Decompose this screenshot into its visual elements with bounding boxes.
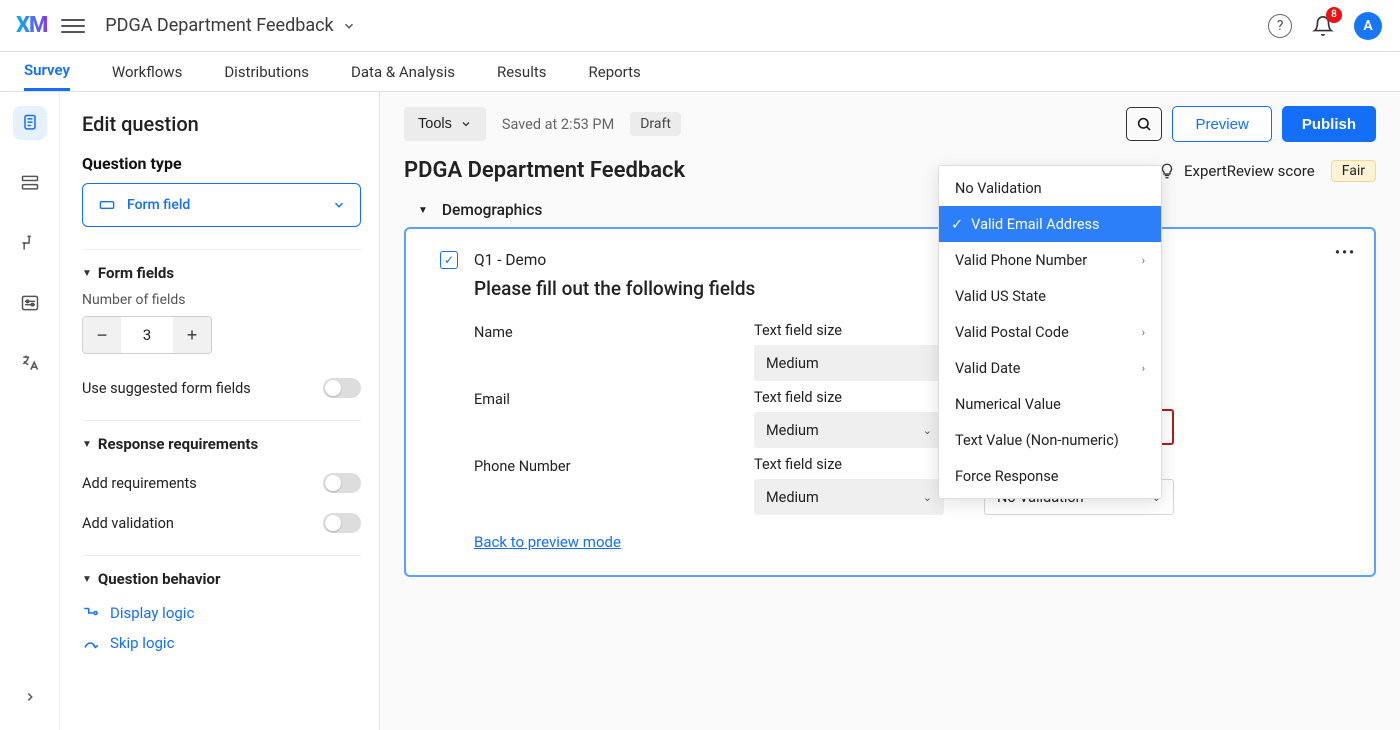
rail-look-feel-icon[interactable] — [13, 226, 47, 260]
skip-logic-link[interactable]: Skip logic — [82, 628, 361, 658]
question-options-menu-icon[interactable]: ••• — [1335, 245, 1356, 261]
saved-status: Saved at 2:53 PM — [502, 116, 614, 133]
primary-tabs: Survey Workflows Distributions Data & An… — [0, 52, 1400, 92]
check-icon: ✓ — [951, 216, 963, 233]
avatar-button[interactable]: A — [1354, 12, 1382, 40]
preview-button[interactable]: Preview — [1172, 106, 1271, 142]
text-size-select[interactable]: Medium⌄ — [754, 412, 944, 448]
validation-option[interactable]: Force Response — [939, 458, 1161, 494]
project-switcher[interactable]: PDGA Department Feedback — [105, 15, 355, 36]
text-size-header: Text field size — [754, 456, 964, 473]
question-id-label: Q1 - Demo — [474, 251, 546, 269]
notifications-icon[interactable]: 8 — [1310, 13, 1336, 39]
question-title[interactable]: Please fill out the following fields — [474, 277, 1340, 300]
draft-badge: Draft — [630, 112, 681, 136]
caret-down-icon: ▼ — [82, 268, 92, 279]
validation-dropdown-menu: No Validation✓Valid Email AddressValid P… — [938, 165, 1162, 499]
chevron-down-icon: ⌄ — [923, 424, 932, 437]
hamburger-menu-icon[interactable] — [61, 14, 85, 38]
response-req-section-header[interactable]: ▼Response requirements — [82, 435, 361, 453]
tab-reports[interactable]: Reports — [589, 52, 641, 91]
display-logic-icon — [82, 604, 100, 622]
chevron-down-icon — [460, 118, 472, 130]
question-type-select[interactable]: Form field — [82, 183, 361, 227]
tab-data-analysis[interactable]: Data & Analysis — [351, 52, 455, 91]
survey-title[interactable]: PDGA Department Feedback — [404, 158, 685, 183]
validation-option[interactable]: Valid Postal Code› — [939, 314, 1161, 350]
use-suggested-toggle[interactable] — [323, 378, 361, 398]
chevron-down-icon — [332, 198, 346, 212]
publish-button[interactable]: Publish — [1282, 106, 1376, 142]
rail-builder-icon[interactable] — [13, 106, 47, 140]
text-size-select[interactable]: Medium — [754, 345, 944, 381]
question-behavior-section-header[interactable]: ▼Question behavior — [82, 570, 361, 588]
number-of-fields-label: Number of fields — [82, 292, 361, 308]
rail-collapse-icon[interactable] — [13, 680, 47, 714]
text-size-header: Text field size — [754, 389, 964, 406]
chevron-right-icon: › — [1142, 254, 1145, 267]
validation-option[interactable]: Numerical Value — [939, 386, 1161, 422]
form-fields-section-header[interactable]: ▼Form fields — [82, 264, 361, 282]
field-name-label[interactable]: Email — [474, 389, 734, 408]
display-logic-link[interactable]: Display logic — [82, 598, 361, 628]
chevron-down-icon: ⌄ — [923, 491, 932, 504]
xm-logo[interactable]: XM — [16, 13, 47, 38]
tab-workflows[interactable]: Workflows — [112, 52, 182, 91]
canvas: Tools Saved at 2:53 PM Draft Preview Pub… — [380, 92, 1400, 730]
caret-down-icon: ▼ — [418, 205, 428, 216]
tab-survey[interactable]: Survey — [24, 52, 70, 91]
left-rail — [0, 92, 60, 730]
validation-option[interactable]: No Validation — [939, 170, 1161, 206]
chevron-right-icon: › — [1142, 326, 1145, 339]
panel-title: Edit question — [82, 112, 361, 136]
field-name-label[interactable]: Phone Number — [474, 456, 734, 475]
back-to-preview-link[interactable]: Back to preview mode — [474, 533, 621, 551]
chevron-right-icon: › — [1142, 362, 1145, 375]
expert-review-score[interactable]: ExpertReview score Fair — [1158, 160, 1376, 182]
rail-flow-icon[interactable] — [13, 166, 47, 200]
validation-option[interactable]: ✓Valid Email Address — [939, 206, 1161, 242]
caret-down-icon: ▼ — [82, 439, 92, 450]
add-validation-toggle[interactable] — [323, 513, 361, 533]
validation-option[interactable]: Valid US State — [939, 278, 1161, 314]
validation-option[interactable]: Valid Date› — [939, 350, 1161, 386]
question-card[interactable]: ••• ✓ Q1 - Demo Please fill out the foll… — [404, 227, 1376, 577]
tab-results[interactable]: Results — [497, 52, 547, 91]
tab-distributions[interactable]: Distributions — [224, 52, 309, 91]
project-name-label: PDGA Department Feedback — [105, 15, 333, 36]
field-name-label[interactable]: Name — [474, 322, 734, 341]
text-size-select[interactable]: Medium⌄ — [754, 479, 944, 515]
tools-menu-button[interactable]: Tools — [404, 107, 486, 141]
help-icon[interactable]: ? — [1268, 14, 1292, 38]
add-requirements-toggle[interactable] — [323, 473, 361, 493]
skip-logic-icon — [82, 634, 100, 652]
question-type-value: Form field — [127, 197, 190, 213]
block-header[interactable]: ▼ Demographics — [380, 191, 1400, 227]
question-checkbox[interactable]: ✓ — [440, 251, 458, 269]
form-field-icon — [97, 197, 117, 213]
stepper-decrement[interactable]: − — [83, 317, 121, 353]
canvas-toolbar: Tools Saved at 2:53 PM Draft Preview Pub… — [380, 92, 1400, 152]
rail-translate-icon[interactable] — [13, 346, 47, 380]
text-size-header: Text field size — [754, 322, 964, 339]
number-of-fields-stepper[interactable]: − 3 + — [82, 316, 212, 354]
search-icon — [1136, 116, 1152, 132]
chevron-down-icon — [342, 19, 356, 33]
stepper-value: 3 — [121, 317, 173, 353]
caret-down-icon: ▼ — [82, 574, 92, 585]
add-validation-label: Add validation — [82, 515, 174, 532]
notification-badge: 8 — [1326, 7, 1342, 23]
question-type-heading: Question type — [82, 154, 361, 173]
add-requirements-label: Add requirements — [82, 475, 197, 492]
stepper-increment[interactable]: + — [173, 317, 211, 353]
top-bar: XM PDGA Department Feedback ? 8 A — [0, 0, 1400, 52]
use-suggested-label: Use suggested form fields — [82, 380, 251, 397]
rail-options-icon[interactable] — [13, 286, 47, 320]
validation-option[interactable]: Valid Phone Number› — [939, 242, 1161, 278]
validation-option[interactable]: Text Value (Non-numeric) — [939, 422, 1161, 458]
edit-question-panel: Edit question Question type Form field ▼… — [60, 92, 380, 730]
expert-score-pill: Fair — [1331, 160, 1376, 182]
search-button[interactable] — [1126, 107, 1162, 141]
